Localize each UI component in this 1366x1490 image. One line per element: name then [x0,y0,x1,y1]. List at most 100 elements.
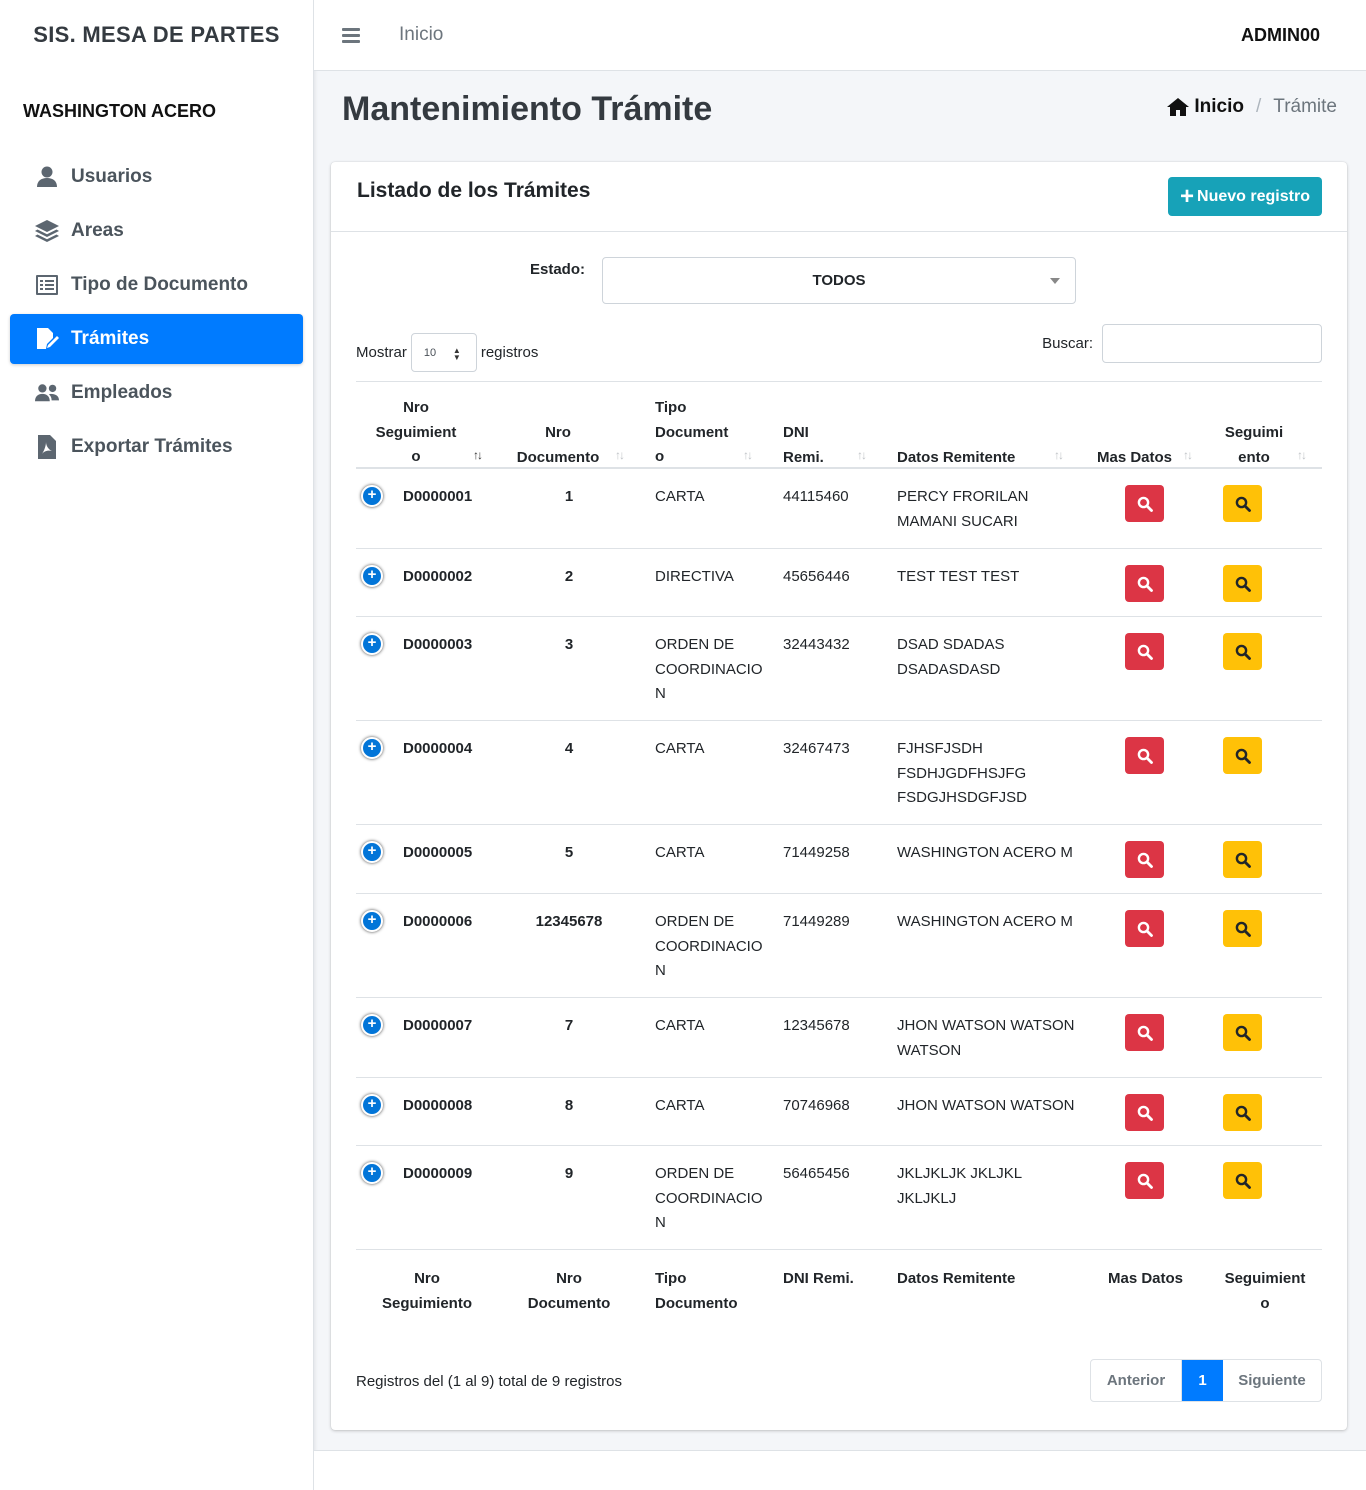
pagination-next[interactable]: Siguiente [1223,1360,1321,1401]
cell-datos-remitente: PERCY FRORILAN MAMANI SUCARI [897,488,1029,530]
table-footer: Nro Seguimiento Nro Documento Tipo Document… [356,1250,1322,1338]
mas-datos-button[interactable] [1125,485,1164,522]
mas-datos-button[interactable] [1125,841,1164,878]
user-name[interactable]: WASHINGTON ACERO [0,70,313,152]
expand-row-icon[interactable]: + [361,1014,383,1036]
page-footer [314,1450,1366,1490]
search-input[interactable] [1102,324,1322,363]
cell-nro-seguimiento: D0000007 [403,1017,473,1034]
header-datos-remitente[interactable]: Datos Remitente [897,446,1015,471]
cell-datos-remitente: JKLJKLJK JKLJKL JKLJKLJ [897,1165,1023,1207]
mas-datos-button[interactable] [1125,565,1164,602]
new-record-label: Nuevo registro [1197,187,1310,205]
header-mas-datos[interactable]: Mas Datos [1097,446,1172,471]
sidebar-item-tramites[interactable]: Trámites [10,314,303,364]
expand-row-icon[interactable]: + [361,910,383,932]
pagination-prev[interactable]: Anterior [1091,1360,1182,1401]
sort-icon[interactable]: ↑↓ [1297,448,1307,462]
mas-datos-button[interactable] [1125,633,1164,670]
seguimiento-button[interactable] [1223,1094,1262,1131]
search-icon [1235,852,1251,868]
caret-down-icon [1050,278,1060,284]
new-record-button[interactable]: + Nuevo registro [1168,177,1322,216]
expand-row-icon[interactable]: + [361,1162,383,1184]
top-user-name[interactable]: ADMIN00 [1241,25,1320,46]
search-label: Buscar: [1042,335,1093,352]
page-title: Mantenimiento Trámite [342,90,713,128]
page-length-select[interactable]: 10 ▲ ▼ [410,333,477,372]
mas-datos-button[interactable] [1125,1162,1164,1199]
cell-tipo-documento: ORDEN DE COORDINACIO N [655,1165,763,1231]
sort-icon[interactable]: ↑↓ [615,448,625,462]
seguimiento-button[interactable] [1223,565,1262,602]
sidebar-item-usuarios[interactable]: Usuarios [10,152,303,202]
cell-nro-documento: 9 [564,1165,574,1182]
seguimiento-button[interactable] [1223,1014,1262,1051]
header-dni[interactable]: DNI Remi. [783,421,833,470]
sort-icon[interactable]: ↑↓ [1183,448,1193,462]
cell-nro-seguimiento: D0000009 [403,1165,473,1182]
cell-dni: 44115460 [783,488,849,505]
sidebar: SIS. MESA DE PARTES WASHINGTON ACERO Usu… [0,0,314,1490]
table-row: + D0000001 1 CARTA 44115460 PERCY FRORILAN MAM… [356,469,1322,549]
sort-asc-icon[interactable]: ↑↓ [473,448,483,462]
sidebar-item-areas[interactable]: Areas [10,206,303,256]
header-nro-documento[interactable]: Nro Documento [516,421,600,470]
header-tipo-documento[interactable]: Tipo Document o [655,396,735,470]
cell-nro-documento: 4 [564,740,574,757]
expand-row-icon[interactable]: + [361,565,383,587]
seguimiento-button[interactable] [1223,841,1262,878]
seguimiento-button[interactable] [1223,485,1262,522]
cell-tipo-documento: CARTA [655,844,705,861]
list-icon [35,273,59,297]
menu-toggle-icon[interactable] [342,25,360,46]
seguimiento-button[interactable] [1223,1162,1262,1199]
plus-icon: + [1180,182,1195,210]
search-icon [1235,921,1251,937]
header-nro-seguimiento[interactable]: Nro Seguimient o [375,396,457,470]
breadcrumb-home[interactable]: Inicio [1167,96,1244,118]
mas-datos-button[interactable] [1125,1094,1164,1131]
expand-row-icon[interactable]: + [361,1094,383,1116]
sort-icon[interactable]: ↑↓ [743,448,753,462]
search-icon [1137,852,1153,868]
brand-title[interactable]: SIS. MESA DE PARTES [0,0,313,70]
cell-nro-seguimiento: D0000006 [403,913,473,930]
mas-datos-button[interactable] [1125,1014,1164,1051]
cell-dni: 32467473 [783,740,850,757]
table-info: Registros del (1 al 9) total de 9 regist… [356,1373,622,1390]
card-title: Listado de los Trámites [357,179,591,202]
sidebar-item-tipo-documento[interactable]: Tipo de Documento [10,260,303,310]
cell-nro-seguimiento: D0000008 [403,1097,473,1114]
cell-nro-seguimiento: D0000005 [403,844,473,861]
seguimiento-button[interactable] [1223,910,1262,947]
search-icon [1137,644,1153,660]
sort-icon[interactable]: ↑↓ [857,448,867,462]
expand-row-icon[interactable]: + [361,737,383,759]
sidebar-item-exportar-tramites[interactable]: Exportar Trámites [10,422,303,472]
expand-row-icon[interactable]: + [361,485,383,507]
expand-row-icon[interactable]: + [361,841,383,863]
cell-dni: 32443432 [783,636,850,653]
cell-nro-seguimiento: D0000004 [403,740,473,757]
top-home-link[interactable]: Inicio [399,24,443,46]
sidebar-item-empleados[interactable]: Empleados [10,368,303,418]
pagination-page[interactable]: 1 [1182,1360,1223,1401]
estado-select[interactable]: TODOS [602,257,1076,304]
header-seguimiento[interactable]: Seguimi ento [1222,421,1286,470]
footer-nro-documento: Nro Documento [527,1270,611,1312]
search-icon [1137,748,1153,764]
sort-icon[interactable]: ↑↓ [1054,448,1064,462]
seguimiento-button[interactable] [1223,633,1262,670]
breadcrumb: Inicio / Trámite [1167,96,1337,118]
sidebar-item-label: Trámites [71,328,150,349]
cell-nro-seguimiento: D0000003 [403,636,473,653]
expand-row-icon[interactable]: + [361,633,383,655]
search-icon [1137,1173,1153,1189]
seguimiento-button[interactable] [1223,737,1262,774]
mas-datos-button[interactable] [1125,910,1164,947]
sidebar-nav: Usuarios Areas Tipo de Documento Trámite… [0,152,313,472]
mas-datos-button[interactable] [1125,737,1164,774]
footer-seguimiento: Seguimient o [1224,1270,1306,1312]
cell-nro-documento: 7 [564,1017,574,1034]
